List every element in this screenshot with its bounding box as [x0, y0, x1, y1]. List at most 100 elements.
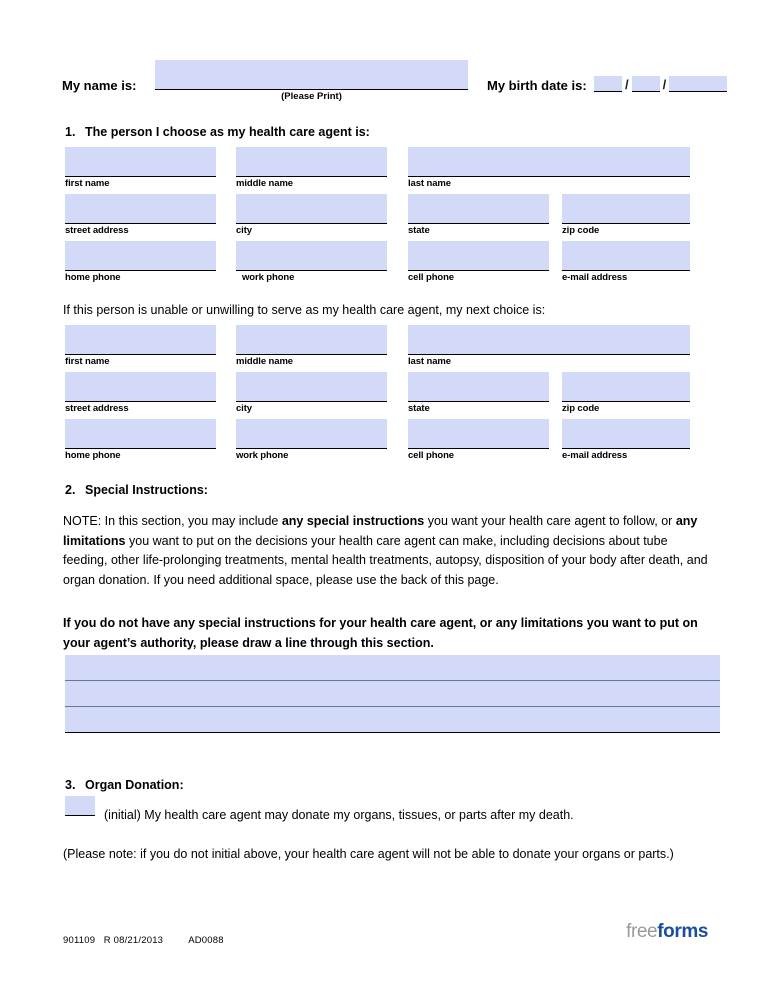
freeforms-logo: freeforms [626, 921, 708, 943]
primary-street-cell: street address [65, 194, 216, 237]
section-2-title: Special Instructions: [85, 483, 208, 497]
date-slash-2: / [662, 77, 667, 92]
alternate-middle-name-caption: middle name [236, 356, 293, 367]
primary-work-phone-cell: work phone [236, 241, 387, 284]
alternate-first-name-caption: first name [65, 356, 110, 367]
alternate-name-row: first name middle name last name [65, 325, 690, 372]
alternate-street-address-input[interactable] [65, 372, 216, 402]
alternate-state-input[interactable] [408, 372, 549, 402]
alternate-street-cell: street address [65, 372, 216, 415]
alternate-zip-cell: zip code [562, 372, 690, 415]
alternate-work-phone-input[interactable] [236, 419, 387, 449]
alternate-work-phone-cell: work phone [236, 419, 387, 462]
note-bold-special-instructions: any special instructions [281, 514, 425, 528]
primary-street-address-caption: street address [65, 225, 129, 236]
alternate-cell-phone-caption: cell phone [408, 450, 454, 461]
alternate-phone-row: home phone work phone cell phone e-mail … [65, 419, 690, 466]
note-middle-text: you want your health care agent to follo… [424, 514, 676, 528]
logo-free-text: free [626, 921, 658, 942]
alternate-zip-code-input[interactable] [562, 372, 690, 402]
alternate-last-name-cell: last name [408, 325, 690, 368]
primary-zip-code-input[interactable] [562, 194, 690, 224]
alternate-agent-block: first name middle name last name street … [65, 325, 690, 466]
birth-year-input[interactable] [669, 76, 728, 92]
primary-city-input[interactable] [236, 194, 387, 224]
primary-email-address-caption: e-mail address [562, 272, 628, 283]
primary-work-phone-input[interactable] [236, 241, 387, 271]
date-slash-1: / [625, 77, 629, 92]
organ-donation-please-note: (Please note: if you do not initial abov… [63, 847, 674, 861]
primary-home-phone-cell: home phone [65, 241, 216, 284]
organ-donation-initial-input[interactable] [65, 796, 95, 816]
alternate-state-caption: state [408, 403, 430, 414]
alternate-cell-phone-input[interactable] [408, 419, 549, 449]
alternate-agent-intro: If this person is unable or unwilling to… [63, 303, 546, 317]
special-instructions-line-2[interactable] [65, 681, 720, 707]
birth-month-input[interactable] [594, 76, 622, 92]
alternate-first-name-cell: first name [65, 325, 216, 368]
primary-cell-phone-cell: cell phone [408, 241, 549, 284]
my-name-input[interactable] [155, 60, 468, 90]
alternate-zip-code-caption: zip code [562, 403, 600, 414]
special-instructions-textarea[interactable] [65, 655, 720, 733]
birth-date-label: My birth date is: [487, 78, 587, 93]
special-instructions-line-3[interactable] [65, 707, 720, 733]
special-instructions-line-1[interactable] [65, 655, 720, 681]
primary-cell-phone-input[interactable] [408, 241, 549, 271]
my-name-label: My name is: [62, 78, 137, 93]
primary-first-name-input[interactable] [65, 147, 216, 177]
alternate-home-phone-caption: home phone [65, 450, 121, 461]
alternate-state-cell: state [408, 372, 549, 415]
alternate-last-name-input[interactable] [408, 325, 690, 355]
primary-agent-block: first name middle name last name street … [65, 147, 690, 288]
note-prefix-text: NOTE: In this section, you may include [63, 514, 282, 528]
primary-state-input[interactable] [408, 194, 549, 224]
primary-zip-cell: zip code [562, 194, 690, 237]
logo-forms-text: forms [657, 921, 708, 942]
organ-donation-initial-text: (initial) My health care agent may donat… [104, 808, 574, 822]
section-2-draw-line-paragraph: If you do not have any special instructi… [63, 616, 698, 650]
primary-first-name-cell: first name [65, 147, 216, 190]
section-1-number: 1. [65, 125, 76, 139]
primary-home-phone-input[interactable] [65, 241, 216, 271]
primary-phone-row: home phone work phone cell phone e-mail … [65, 241, 690, 288]
primary-email-address-input[interactable] [562, 241, 690, 271]
alternate-home-phone-input[interactable] [65, 419, 216, 449]
primary-middle-name-cell: middle name [236, 147, 387, 190]
form-code-footer: 901109 R 08/21/2013 AD0088 [63, 935, 224, 946]
alternate-city-caption: city [236, 403, 252, 414]
section-1-heading: 1. The person I choose as my health care … [65, 125, 370, 139]
primary-home-phone-caption: home phone [65, 272, 121, 283]
section-1-title: The person I choose as my health care ag… [85, 125, 370, 139]
section-3-title: Organ Donation: [85, 778, 184, 792]
alternate-middle-name-input[interactable] [236, 325, 387, 355]
note-rest-text: you want to put on the decisions your he… [63, 533, 708, 587]
primary-last-name-input[interactable] [408, 147, 690, 177]
primary-street-address-input[interactable] [65, 194, 216, 224]
primary-state-cell: state [408, 194, 549, 237]
section-3-number: 3. [65, 778, 76, 792]
section-2-number: 2. [65, 483, 76, 497]
alternate-first-name-input[interactable] [65, 325, 216, 355]
alternate-home-phone-cell: home phone [65, 419, 216, 462]
primary-zip-code-caption: zip code [562, 225, 600, 236]
primary-middle-name-caption: middle name [236, 178, 293, 189]
primary-last-name-cell: last name [408, 147, 690, 190]
alternate-city-input[interactable] [236, 372, 387, 402]
primary-state-caption: state [408, 225, 430, 236]
section-2-heading: 2. Special Instructions: [65, 483, 208, 497]
primary-first-name-caption: first name [65, 178, 110, 189]
birth-day-input[interactable] [631, 76, 660, 92]
alternate-work-phone-caption: work phone [236, 450, 289, 461]
alternate-email-cell: e-mail address [562, 419, 690, 462]
document-page: My name is: (Please Print) My birth date… [0, 0, 765, 990]
primary-middle-name-input[interactable] [236, 147, 387, 177]
please-print-caption: (Please Print) [281, 91, 342, 102]
alternate-email-address-input[interactable] [562, 419, 690, 449]
primary-cell-phone-caption: cell phone [408, 272, 454, 283]
section-3-heading: 3. Organ Donation: [65, 778, 184, 792]
primary-city-cell: city [236, 194, 387, 237]
alternate-email-address-caption: e-mail address [562, 450, 628, 461]
primary-email-cell: e-mail address [562, 241, 690, 284]
primary-work-phone-caption: work phone [242, 272, 295, 283]
